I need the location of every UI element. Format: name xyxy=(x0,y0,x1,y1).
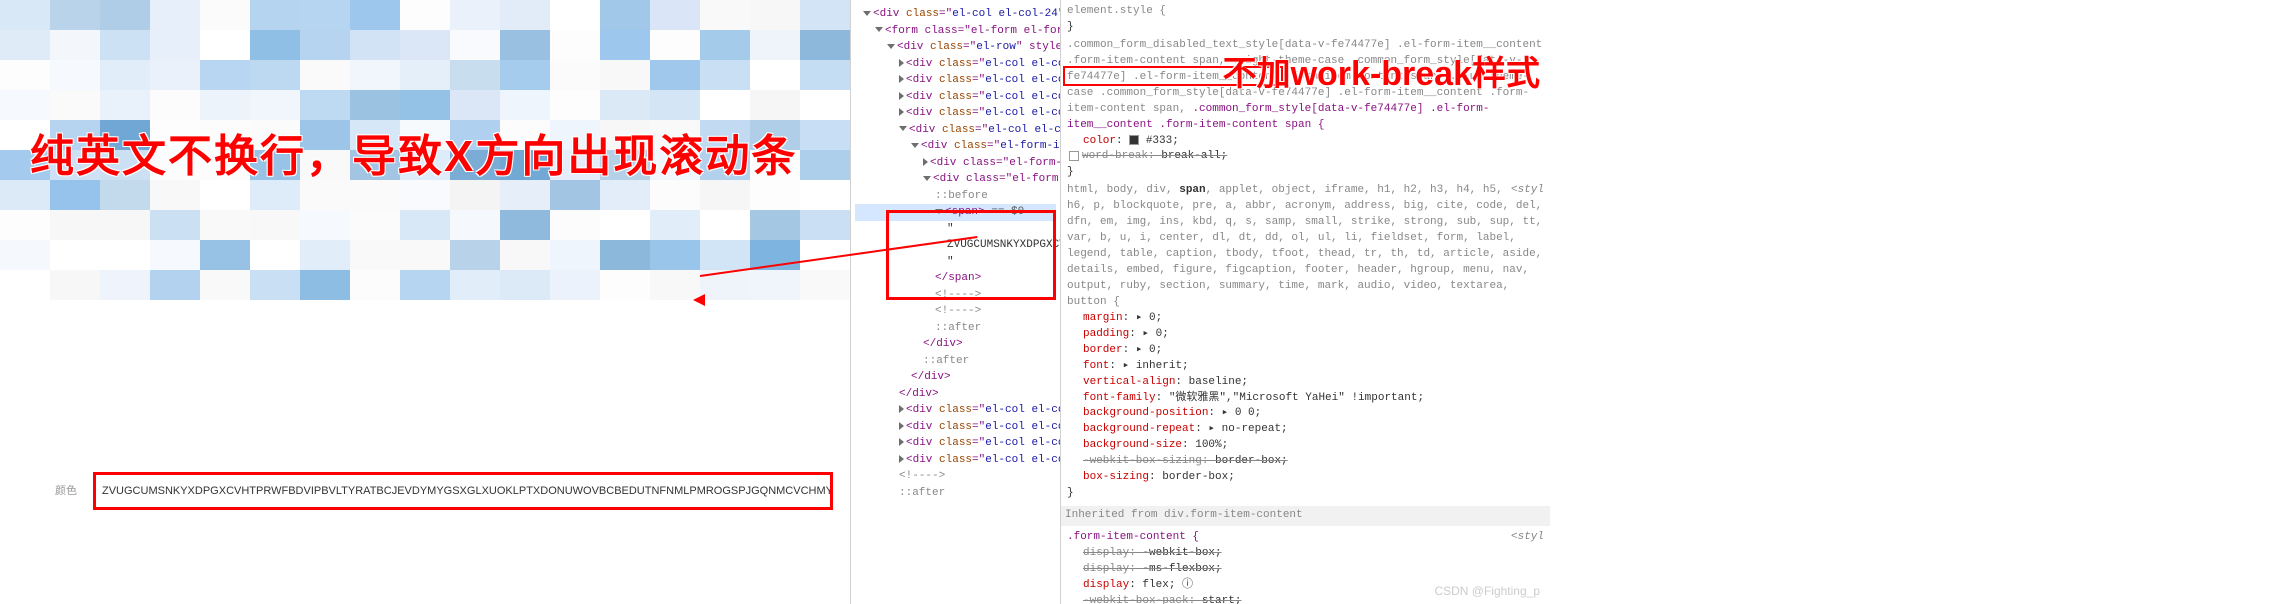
dom-node[interactable]: <div class="el-col el-col-24" style= xyxy=(855,89,1056,106)
css-property[interactable]: word-break: break-all; xyxy=(1067,149,1544,165)
dom-node[interactable]: <div class="el-col el-col-24" style= xyxy=(855,435,1056,452)
dom-node[interactable]: </div> xyxy=(855,386,1056,403)
css-property[interactable]: -webkit-box-sizing: border-box; xyxy=(1067,454,1544,470)
css-property[interactable]: font-family: "微软雅黑","Microsoft YaHei" !i… xyxy=(1067,391,1544,407)
expand-collapse-icon[interactable] xyxy=(911,143,919,148)
css-property[interactable]: padding: ▸ 0; xyxy=(1067,327,1544,343)
annotation-main: 纯英文不换行，导致X方向出现滚动条 xyxy=(30,120,797,184)
dom-node[interactable]: <div class="el-col el-col-24" style= xyxy=(855,105,1056,122)
devtools-screenshot: 纯英文不换行，导致X方向出现滚动条 颜色 ZVUGCUMSNKYXDPGXCVH… xyxy=(0,0,2288,604)
expand-expand-icon[interactable] xyxy=(899,59,904,67)
css-property[interactable]: vertical-align: baseline; xyxy=(1067,375,1544,391)
inherited-from-bar: Inherited from div.form-item-content xyxy=(1061,506,1550,526)
css-property[interactable]: background-repeat: ▸ no-repeat; xyxy=(1067,422,1544,438)
css-property[interactable]: display: -webkit-box; xyxy=(1067,546,1544,562)
dom-node[interactable]: " xyxy=(855,221,1056,238)
expand-collapse-icon[interactable] xyxy=(923,176,931,181)
expand-expand-icon[interactable] xyxy=(899,75,904,83)
expand-collapse-icon[interactable] xyxy=(875,27,883,32)
dom-node[interactable]: <div class="el-col el-col-24" style= xyxy=(855,122,1056,139)
expand-collapse-icon[interactable] xyxy=(887,44,895,49)
expand-collapse-icon[interactable] xyxy=(863,11,871,16)
expand-expand-icon[interactable] xyxy=(899,405,904,413)
expand-expand-icon[interactable] xyxy=(899,108,904,116)
expand-expand-icon[interactable] xyxy=(923,158,928,166)
dom-node[interactable]: <div class="el-col el-col-24" style= xyxy=(855,56,1056,73)
dom-node[interactable]: <!----> xyxy=(855,287,1056,304)
style-rule-element[interactable]: element.style { } xyxy=(1067,4,1544,36)
dom-node[interactable]: <!----> xyxy=(855,303,1056,320)
style-rule-reset[interactable]: <styl html, body, div, span, applet, obj… xyxy=(1067,183,1544,502)
css-property[interactable]: color: #333; xyxy=(1067,134,1544,150)
form-label: 颜色 xyxy=(55,482,77,498)
css-property[interactable]: font: ▸ inherit; xyxy=(1067,359,1544,375)
dom-node[interactable]: <span> == $0 xyxy=(855,204,1056,221)
styles-panel[interactable]: 不加work-break样式 element.style { } .common… xyxy=(1060,0,1550,604)
dom-node[interactable]: ::after xyxy=(855,485,1056,502)
css-property[interactable]: border: ▸ 0; xyxy=(1067,343,1544,359)
dom-tree[interactable]: <div class="el-col el-col-24"><form clas… xyxy=(855,6,1056,501)
overflow-text-value: ZVUGCUMSNKYXDPGXCVHTPRWFBDVIPBVLTYRATBCJ… xyxy=(102,485,833,497)
dom-node[interactable]: <div class="el-col el-col-24" style= xyxy=(855,402,1056,419)
page-preview-panel: 纯英文不换行，导致X方向出现滚动条 颜色 ZVUGCUMSNKYXDPGXCVH… xyxy=(0,0,850,604)
dom-node[interactable]: <!----> xyxy=(855,468,1056,485)
dom-node[interactable]: <div class="el-col el-col-24" style= xyxy=(855,72,1056,89)
expand-expand-icon[interactable] xyxy=(899,92,904,100)
dom-node[interactable]: <div class="el-row" style="margin-lef xyxy=(855,39,1056,56)
css-property[interactable]: background-position: ▸ 0 0; xyxy=(1067,406,1544,422)
watermark: CSDN @Fighting_p xyxy=(1434,583,1540,600)
dom-node[interactable]: <div class="el-col el-col-24" style= xyxy=(855,419,1056,436)
expand-expand-icon[interactable] xyxy=(899,438,904,446)
dom-node[interactable]: </div> xyxy=(855,336,1056,353)
css-property[interactable]: display: -ms-flexbox; xyxy=(1067,562,1544,578)
dom-node[interactable]: ::before xyxy=(855,188,1056,205)
annotation-right: 不加work-break样式 xyxy=(1223,50,1540,99)
overflow-text-highlight: ZVUGCUMSNKYXDPGXCVHTPRWFBDVIPBVLTYRATBCJ… xyxy=(93,472,833,510)
dom-node[interactable]: ::after xyxy=(855,353,1056,370)
dom-node[interactable]: <div class="el-col el-col-24"> xyxy=(855,6,1056,23)
elements-panel[interactable]: <div class="el-col el-col-24"><form clas… xyxy=(850,0,1060,604)
css-property[interactable]: margin: ▸ 0; xyxy=(1067,311,1544,327)
property-toggle-checkbox[interactable] xyxy=(1069,151,1079,161)
dom-node[interactable]: <div class="el-col el-col-24" style= xyxy=(855,452,1056,469)
dom-node[interactable]: <form class="el-form el-form--label-rig xyxy=(855,23,1056,40)
expand-expand-icon[interactable] xyxy=(899,455,904,463)
expand-collapse-icon[interactable] xyxy=(899,126,907,131)
expand-expand-icon[interactable] xyxy=(899,422,904,430)
dom-node[interactable]: <div class="el-form-item__label- xyxy=(855,155,1056,172)
dom-node[interactable]: </div> xyxy=(855,369,1056,386)
dom-node[interactable]: ::after xyxy=(855,320,1056,337)
dom-node[interactable]: <div class="el-form-item"> xyxy=(855,138,1056,155)
css-property[interactable]: background-size: 100%; xyxy=(1067,438,1544,454)
dom-node[interactable]: " xyxy=(855,254,1056,271)
arrow-head-icon xyxy=(693,294,705,306)
dom-node[interactable]: </span> xyxy=(855,270,1056,287)
css-property[interactable]: box-sizing: border-box; xyxy=(1067,470,1544,486)
expand-collapse-icon[interactable] xyxy=(935,209,943,214)
dom-node[interactable]: <div class="el-form-item__content xyxy=(855,171,1056,188)
